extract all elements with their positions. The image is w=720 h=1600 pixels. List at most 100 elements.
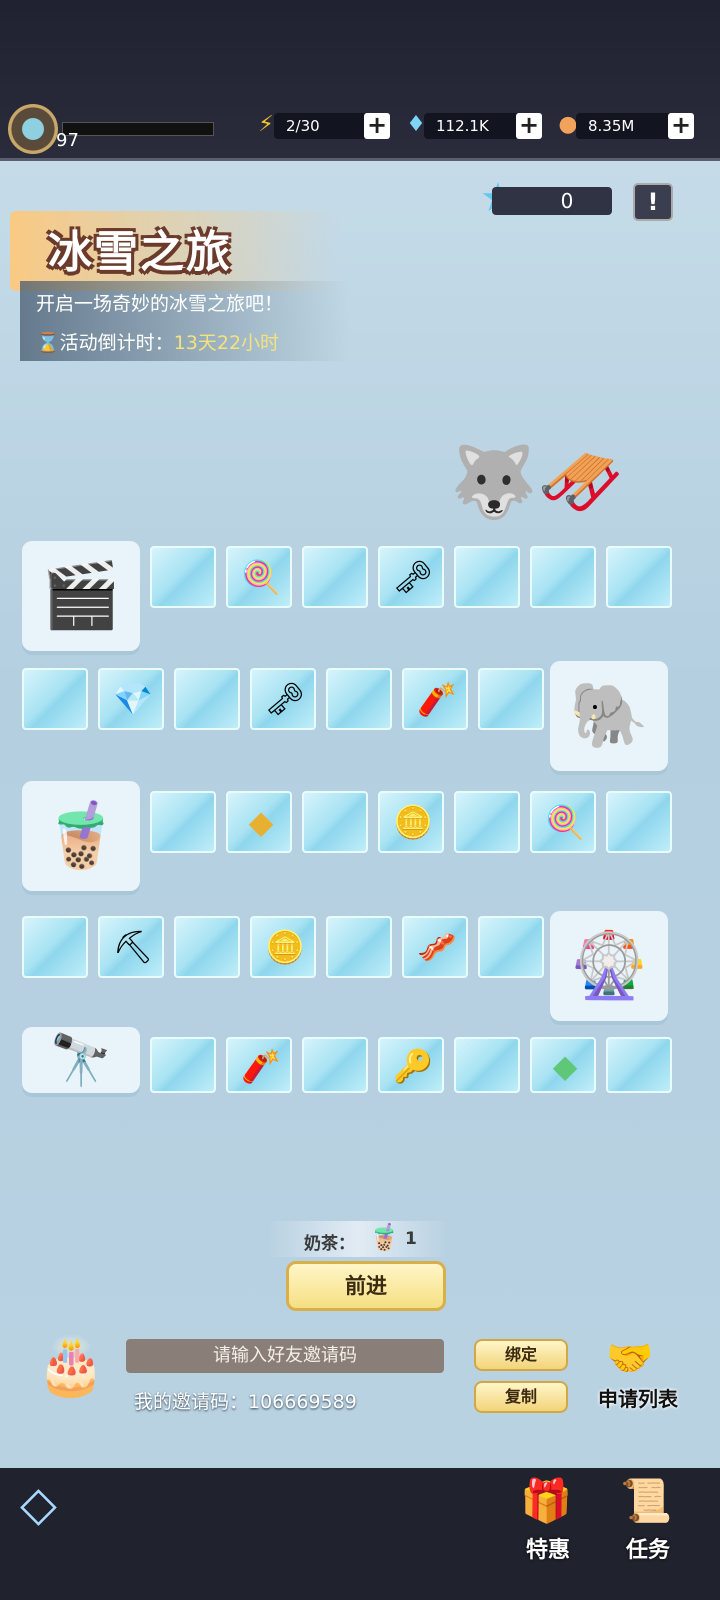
board-tile: 🔑 [378,1037,444,1093]
event-countdown: ⌛活动倒计时：13天22小时 [36,328,279,355]
gem-value: 112.1K [424,113,522,139]
my-invite-code: 我的邀请码：106669589 [134,1391,357,1413]
scroll-quill-icon[interactable]: 📜 [620,1476,672,1526]
board-tile [174,668,240,730]
special-offer-tab[interactable]: 特惠 [526,1532,570,1564]
board-tile: 🍭 [530,791,596,853]
pickaxe-icon: ⛏ [112,928,154,966]
board-tile [302,791,368,853]
hourglass-icon: ⌛ [36,332,60,354]
event-title: 冰雪之旅 [48,227,232,278]
board-tile: 🥓 [402,916,468,978]
task-tab[interactable]: 任务 [626,1532,670,1564]
top-bar: 97 ⚡ 2/30 + ♦ 112.1K + ● 8.35M + [0,0,720,160]
star-count: 0 [492,187,612,215]
milk-tea-row [268,1221,448,1257]
coin-value: 8.35M [576,113,674,139]
energy-value: 2/30 [274,113,372,139]
board-tile [302,1037,368,1093]
wolf-sleigh-character-icon: 🐺🛷 [450,441,625,523]
telescope-icon: 🔭 [49,1031,113,1089]
board-tile [150,1037,216,1093]
silver-key-icon: 🗝 [264,680,306,718]
gem-resource: ♦ 112.1K + [402,112,544,139]
handshake-icon[interactable]: 🤝 [606,1336,653,1381]
board-tile: 🪙 [378,791,444,853]
board-tile [150,791,216,853]
apply-list-button[interactable]: 申请列表 [598,1383,678,1412]
lollipop-icon: 🍭 [545,803,585,841]
board-tile: 🗝 [378,546,444,608]
board-tile [606,1037,672,1093]
board-tile [478,668,544,730]
observatory-building[interactable]: 🔭 [22,1027,140,1093]
player-level: 97 [56,130,79,151]
xp-bar [62,122,214,136]
copy-button[interactable]: 复制 [474,1381,568,1413]
board-tile: 🍭 [226,546,292,608]
milk-tea-icon: 🧋 [368,1223,401,1253]
board-tile [530,546,596,608]
lollipop-icon: 🍭 [241,558,281,596]
gold-coin-icon: 🪙 [265,928,305,966]
tnt-icon: 🧨 [417,680,457,718]
invite-code-input[interactable]: 请输入好友邀请码 [126,1339,444,1373]
silver-key-icon: 🗝 [392,558,434,596]
board-tile: 🧨 [226,1037,292,1093]
ferris-wheel-building[interactable]: 🎡 [550,911,668,1021]
cinema-icon: 🎬 [41,559,121,633]
board-tile [478,916,544,978]
board-tile [606,791,672,853]
elephant-slide-building[interactable]: 🐘 [550,661,668,771]
go-forward-button[interactable]: 前进 [286,1261,446,1311]
board-tile [22,668,88,730]
board-tile [454,791,520,853]
bind-button[interactable]: 绑定 [474,1339,568,1371]
board-tile: ◆ [530,1037,596,1093]
tea-cart-icon: 🧋 [41,799,121,873]
board-tile: ◆ [226,791,292,853]
gift-icon[interactable]: 🎁 [520,1476,572,1526]
add-energy-button[interactable]: + [364,113,390,139]
milk-tea-label: 奶茶： [304,1234,355,1254]
gold-gem-icon: ◆ [248,803,274,841]
add-gems-button[interactable]: + [516,113,542,139]
board-tile: 🪙 [250,916,316,978]
event-panel: 冰雪之旅 开启一场奇妙的冰雪之旅吧！ ⌛活动倒计时：13天22小时 ★ 0 ! … [0,158,720,1471]
board-tile [606,546,672,608]
bottom-bar [0,1468,720,1600]
milk-tea-shop-building[interactable]: 🧋 [22,781,140,891]
gold-coin-icon: 🪙 [393,803,433,841]
ferris-wheel-icon: 🎡 [569,929,649,1003]
energy-resource: ⚡ 2/30 + [252,112,392,139]
countdown-label: 活动倒计时： [59,332,174,354]
milk-tea-count: 1 [405,1229,417,1249]
cake-icon: 🎂 [36,1334,106,1399]
board-tile [22,916,88,978]
board-tile [326,916,392,978]
elephant-icon: 🐘 [569,679,649,753]
board-tile: 💎 [98,668,164,730]
tnt-icon: 🧨 [241,1047,281,1085]
gold-key-icon: 🔑 [393,1047,433,1085]
board-tile [326,668,392,730]
board-tile [174,916,240,978]
diamond-item-icon: 💎 [113,680,153,718]
board-tile: 🧨 [402,668,468,730]
cinema-building[interactable]: 🎬 [22,541,140,651]
info-button[interactable]: ! [633,183,673,221]
bacon-icon: 🥓 [417,928,457,966]
board-tile: 🗝 [250,668,316,730]
board-tile [302,546,368,608]
add-coins-button[interactable]: + [668,113,694,139]
level-badge-icon[interactable] [8,104,58,154]
green-crystal-icon: ◆ [552,1047,578,1085]
back-logo-icon[interactable]: ◇ [20,1476,57,1532]
board-tile: ⛏ [98,916,164,978]
countdown-value: 13天22小时 [173,332,280,354]
board-tile [454,1037,520,1093]
board-tile [454,546,520,608]
coin-resource: ● 8.35M + [554,112,696,139]
board-tile [150,546,216,608]
event-subtitle: 开启一场奇妙的冰雪之旅吧！ [36,293,284,315]
